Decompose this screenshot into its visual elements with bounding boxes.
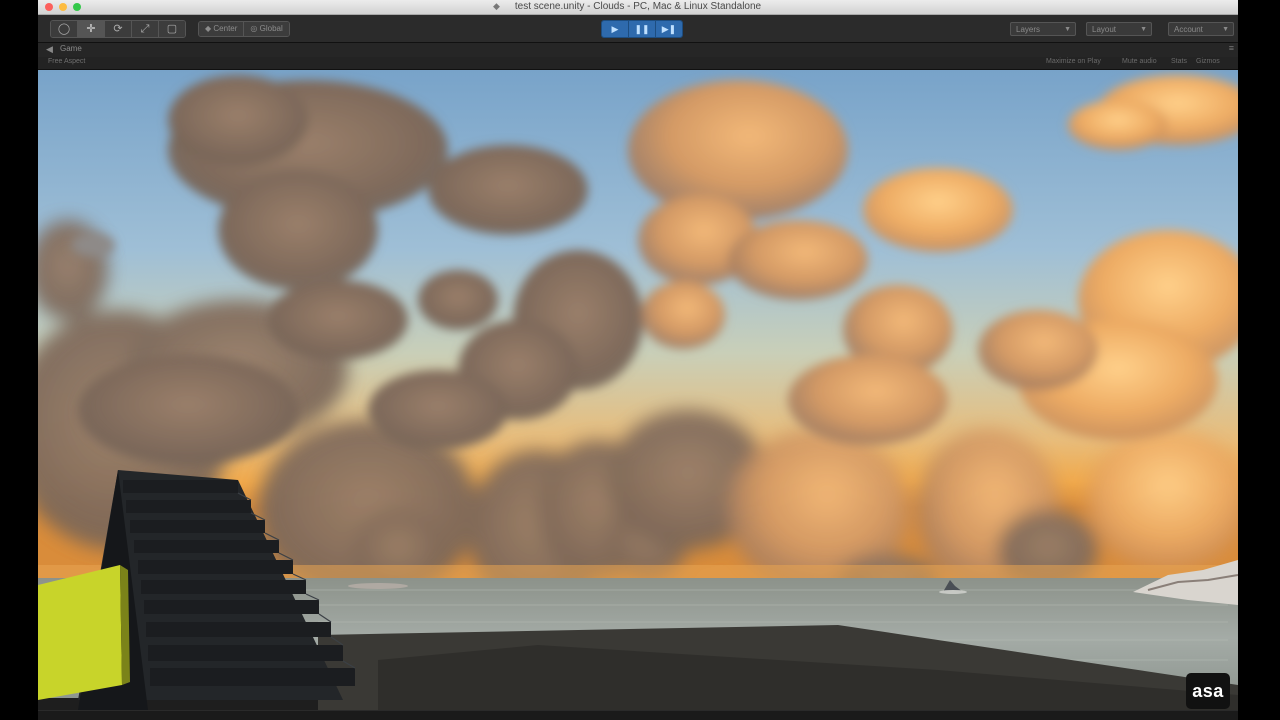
game-view-icon: ◀ bbox=[46, 44, 53, 54]
step-icon: ▶❚ bbox=[661, 24, 677, 34]
move-tool-button[interactable]: ✛ bbox=[78, 21, 105, 37]
hand-tool-button[interactable]: ◯ bbox=[51, 21, 78, 37]
pivot-global-label: Global bbox=[259, 24, 283, 33]
pivot-center-label: Center bbox=[213, 24, 238, 33]
play-icon: ▶ bbox=[611, 24, 619, 34]
rect-tool-button[interactable]: ▢ bbox=[159, 21, 185, 37]
globe-icon: ◎ bbox=[250, 24, 258, 33]
pivot-toggles: ◆ Center ◎ Global bbox=[198, 21, 290, 37]
layout-label: Layout bbox=[1092, 25, 1117, 34]
scene-render bbox=[38, 70, 1238, 710]
account-dropdown[interactable]: Account ▼ bbox=[1168, 22, 1234, 36]
main-toolbar: ◯ ✛ ⟳ ⤢ ▢ ◆ Center ◎ Global ▶ ❚❚ ▶❚ Laye… bbox=[38, 15, 1238, 43]
game-tab-label: Game bbox=[60, 44, 82, 53]
letterbox-right bbox=[1238, 0, 1280, 720]
move-tool-icon: ✛ bbox=[86, 23, 96, 35]
far-island bbox=[348, 583, 408, 589]
tab-menu-icon[interactable]: ≡ bbox=[1229, 43, 1234, 53]
mute-audio-toggle[interactable]: Mute audio bbox=[1122, 58, 1157, 65]
yellow-block bbox=[38, 565, 130, 700]
step-button[interactable]: ▶❚ bbox=[656, 21, 682, 37]
pause-icon: ❚❚ bbox=[634, 24, 650, 34]
layers-dropdown[interactable]: Layers ▼ bbox=[1010, 22, 1076, 36]
pivot-icon: ◆ bbox=[205, 24, 212, 33]
letterbox-left bbox=[0, 0, 38, 720]
chevron-down-icon: ▼ bbox=[1064, 26, 1071, 33]
maximize-on-play-toggle[interactable]: Maximize on Play bbox=[1046, 58, 1101, 65]
account-label: Account bbox=[1174, 25, 1203, 34]
pause-button[interactable]: ❚❚ bbox=[629, 21, 656, 37]
pivot-global-toggle[interactable]: ◎ Global bbox=[244, 22, 289, 36]
pivot-center-toggle[interactable]: ◆ Center bbox=[199, 22, 245, 36]
hand-tool-icon: ◯ bbox=[57, 23, 71, 35]
channel-watermark-logo: asa bbox=[1186, 673, 1230, 709]
rect-tool-icon: ▢ bbox=[166, 23, 178, 35]
scale-tool-icon: ⤢ bbox=[140, 23, 150, 35]
play-controls: ▶ ❚❚ ▶❚ bbox=[601, 20, 683, 38]
aspect-dropdown[interactable]: Free Aspect bbox=[48, 58, 85, 65]
window-title: test scene.unity - Clouds - PC, Mac & Li… bbox=[514, 1, 762, 12]
layers-label: Layers bbox=[1016, 25, 1041, 34]
transform-tools: ◯ ✛ ⟳ ⤢ ▢ bbox=[50, 20, 186, 38]
scale-tool-button[interactable]: ⤢ bbox=[132, 21, 159, 37]
stats-toggle[interactable]: Stats bbox=[1171, 58, 1187, 65]
game-tab[interactable]: ◀ Game ≡ bbox=[38, 43, 1238, 57]
title-bar: ◆ test scene.unity - Clouds - PC, Mac & … bbox=[38, 0, 1238, 15]
play-button[interactable]: ▶ bbox=[602, 21, 629, 37]
rotate-tool-icon: ⟳ bbox=[113, 23, 123, 35]
status-strip bbox=[38, 710, 1238, 720]
game-viewport[interactable] bbox=[38, 70, 1238, 710]
gizmos-dropdown[interactable]: Gizmos bbox=[1196, 58, 1220, 65]
chevron-down-icon: ▼ bbox=[1222, 26, 1229, 33]
game-view-toolbar: Free Aspect Maximize on Play Mute audio … bbox=[38, 57, 1238, 70]
unity-editor-window: ◆ test scene.unity - Clouds - PC, Mac & … bbox=[38, 0, 1238, 720]
rotate-tool-button[interactable]: ⟳ bbox=[105, 21, 132, 37]
layout-dropdown[interactable]: Layout ▼ bbox=[1086, 22, 1152, 36]
chevron-down-icon: ▼ bbox=[1140, 26, 1147, 33]
